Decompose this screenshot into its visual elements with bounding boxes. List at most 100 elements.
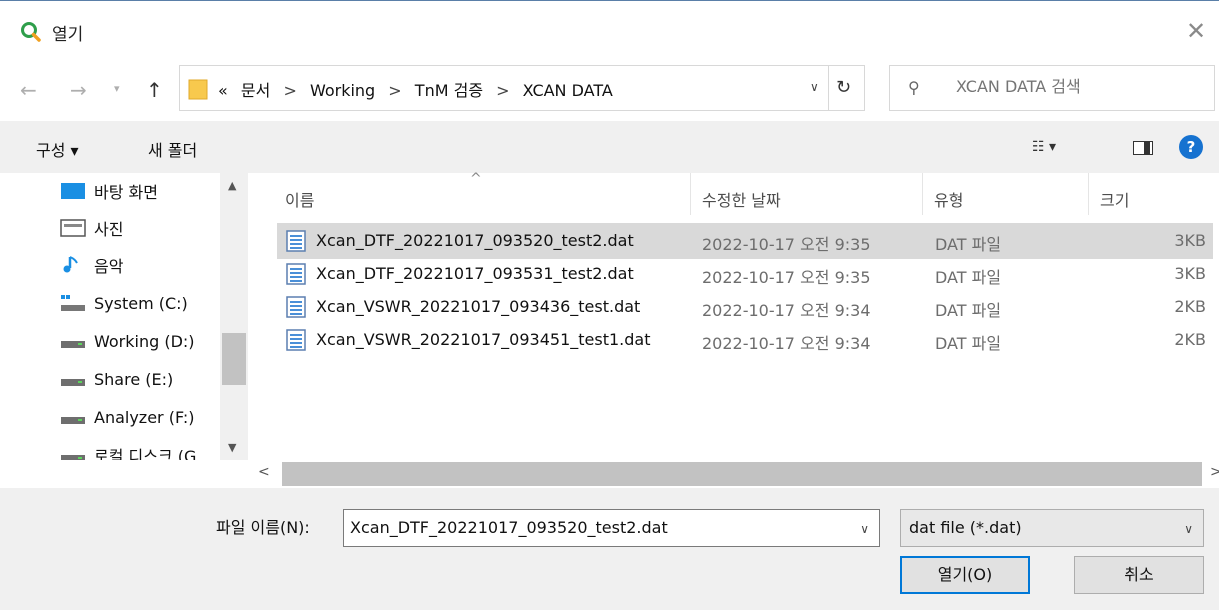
file-list: ^ 이름 수정한 날짜 유형 크기 Xcan_DTF_20221017_0935… <box>250 171 1219 460</box>
cancel-button[interactable]: 취소 <box>1074 556 1204 594</box>
open-button[interactable]: 열기(O) <box>900 556 1030 594</box>
sidebar-item-label: 음악 <box>94 257 124 276</box>
file-date: 2022-10-17 오전 9:34 <box>702 334 871 353</box>
dat-file-icon <box>286 230 306 252</box>
recent-locations-chevron-icon[interactable]: ▾ <box>114 82 120 95</box>
organize-button[interactable]: 구성 ▾ <box>36 137 79 161</box>
column-header-size[interactable]: 크기 <box>1100 187 1129 211</box>
file-size: 2KB <box>1174 297 1206 316</box>
file-type: DAT 파일 <box>935 235 1002 254</box>
title-bar: 열기 ✕ <box>0 0 1219 60</box>
sidebar-item-local-disk-g[interactable]: 로컬 디스크 (G <box>94 437 196 460</box>
file-size: 3KB <box>1174 231 1206 250</box>
scroll-thumb[interactable] <box>222 333 246 385</box>
breadcrumb-overflow[interactable]: « <box>218 81 228 100</box>
breadcrumb-separator-icon[interactable]: > <box>283 81 296 100</box>
horizontal-scrollbar[interactable]: < > <box>250 460 1219 488</box>
column-divider[interactable] <box>690 173 691 215</box>
back-arrow-icon[interactable]: ← <box>20 78 37 102</box>
sidebar-item-system-c[interactable]: System (C:) <box>94 285 188 321</box>
sidebar-item-label: Share (E:) <box>94 369 174 389</box>
sidebar-scrollbar[interactable]: ▲ ▼ <box>220 173 248 460</box>
system-drive-icon <box>61 295 85 311</box>
file-name: Xcan_DTF_20221017_093520_test2.dat <box>316 231 634 250</box>
forward-arrow-icon[interactable]: → <box>70 78 87 102</box>
drive-icon <box>61 379 85 386</box>
file-date: 2022-10-17 오전 9:35 <box>702 235 871 254</box>
help-icon[interactable]: ? <box>1179 135 1203 159</box>
file-row[interactable]: Xcan_VSWR_20221017_093451_test1.dat 2022… <box>277 322 1213 358</box>
column-divider[interactable] <box>1088 173 1089 215</box>
column-divider[interactable] <box>922 173 923 215</box>
address-divider <box>828 66 829 110</box>
desktop-icon <box>61 183 85 199</box>
filetype-value: dat file (*.dat) <box>909 518 1022 537</box>
refresh-icon[interactable]: ↻ <box>836 77 851 98</box>
breadcrumb-documents[interactable]: 문서 <box>241 81 270 100</box>
address-dropdown-chevron-icon[interactable]: ∨ <box>810 80 819 94</box>
breadcrumb-separator-icon[interactable]: > <box>388 81 401 100</box>
chevron-down-icon[interactable]: ∨ <box>860 522 869 536</box>
preview-pane-icon[interactable] <box>1133 141 1153 155</box>
navigation-pane: 바탕 화면 사진 음악 System (C:) Working (D:) Sha… <box>0 173 250 460</box>
view-options-icon[interactable]: ☷ ▾ <box>1032 139 1056 155</box>
column-header-name[interactable]: 이름 <box>285 187 314 211</box>
file-type: DAT 파일 <box>935 334 1002 353</box>
music-icon <box>63 256 78 273</box>
folder-icon <box>188 79 208 100</box>
filename-field[interactable]: ∨ <box>343 509 880 547</box>
file-name: Xcan_DTF_20221017_093531_test2.dat <box>316 264 634 283</box>
file-row[interactable]: Xcan_DTF_20221017_093520_test2.dat 2022-… <box>277 223 1213 259</box>
file-name: Xcan_VSWR_20221017_093436_test.dat <box>316 297 641 316</box>
breadcrumb-working[interactable]: Working <box>310 81 375 100</box>
dialog-footer: 파일 이름(N): ∨ dat file (*.dat) ∨ 열기(O) 취소 <box>0 488 1219 610</box>
file-size: 3KB <box>1174 264 1206 283</box>
filename-input[interactable] <box>350 518 840 537</box>
scroll-right-icon[interactable]: > <box>1210 464 1219 480</box>
address-bar[interactable]: « 문서 > Working > TnM 검증 > XCAN DATA ∨ ↻ <box>179 65 865 111</box>
scroll-down-icon[interactable]: ▼ <box>228 441 236 454</box>
scroll-thumb[interactable] <box>282 462 1202 486</box>
sidebar-item-desktop[interactable]: 바탕 화면 <box>94 173 158 209</box>
scroll-left-icon[interactable]: < <box>258 464 270 480</box>
sidebar-item-label: System (C:) <box>94 293 188 313</box>
breadcrumb-tnm[interactable]: TnM 검증 <box>415 81 483 100</box>
search-box[interactable]: ⚲ <box>889 65 1215 111</box>
breadcrumb-separator-icon[interactable]: > <box>496 81 509 100</box>
close-icon[interactable]: ✕ <box>1173 1 1219 61</box>
new-folder-button[interactable]: 새 폴더 <box>148 137 197 161</box>
sidebar-item-label: Analyzer (F:) <box>94 407 195 427</box>
chevron-down-icon[interactable]: ∨ <box>1184 522 1193 536</box>
sidebar-item-working-d[interactable]: Working (D:) <box>94 323 195 359</box>
drive-icon <box>61 417 85 424</box>
sort-ascending-icon: ^ <box>470 171 482 187</box>
sidebar-item-music[interactable]: 음악 <box>94 247 123 283</box>
breadcrumb-xcan-data[interactable]: XCAN DATA <box>523 81 613 100</box>
sidebar-item-pictures[interactable]: 사진 <box>94 210 123 246</box>
sidebar-item-label: 바탕 화면 <box>94 183 158 202</box>
file-type: DAT 파일 <box>935 301 1002 320</box>
sidebar-item-label: 사진 <box>94 220 124 239</box>
sidebar-item-label: 로컬 디스크 (G <box>94 447 197 460</box>
drive-icon <box>61 455 85 460</box>
command-bar: 구성 ▾ 새 폴더 ☷ ▾ ? <box>0 121 1219 173</box>
column-header-date[interactable]: 수정한 날짜 <box>702 187 781 211</box>
column-header-type[interactable]: 유형 <box>934 187 963 211</box>
dat-file-icon <box>286 263 306 285</box>
file-row[interactable]: Xcan_DTF_20221017_093531_test2.dat 2022-… <box>277 256 1213 292</box>
search-icon: ⚲ <box>908 78 920 97</box>
window-title: 열기 <box>52 25 84 45</box>
filename-label: 파일 이름(N): <box>216 518 310 537</box>
sidebar-item-analyzer-f[interactable]: Analyzer (F:) <box>94 399 195 435</box>
scroll-up-icon[interactable]: ▲ <box>228 179 236 192</box>
app-search-icon <box>21 22 41 42</box>
filetype-select[interactable]: dat file (*.dat) ∨ <box>900 509 1204 547</box>
search-input[interactable] <box>956 77 1196 96</box>
file-date: 2022-10-17 오전 9:35 <box>702 268 871 287</box>
file-name: Xcan_VSWR_20221017_093451_test1.dat <box>316 330 651 349</box>
file-date: 2022-10-17 오전 9:34 <box>702 301 871 320</box>
sidebar-item-share-e[interactable]: Share (E:) <box>94 361 173 397</box>
drive-icon <box>61 341 85 348</box>
file-row[interactable]: Xcan_VSWR_20221017_093436_test.dat 2022-… <box>277 289 1213 325</box>
up-arrow-icon[interactable]: ↑ <box>146 78 163 102</box>
